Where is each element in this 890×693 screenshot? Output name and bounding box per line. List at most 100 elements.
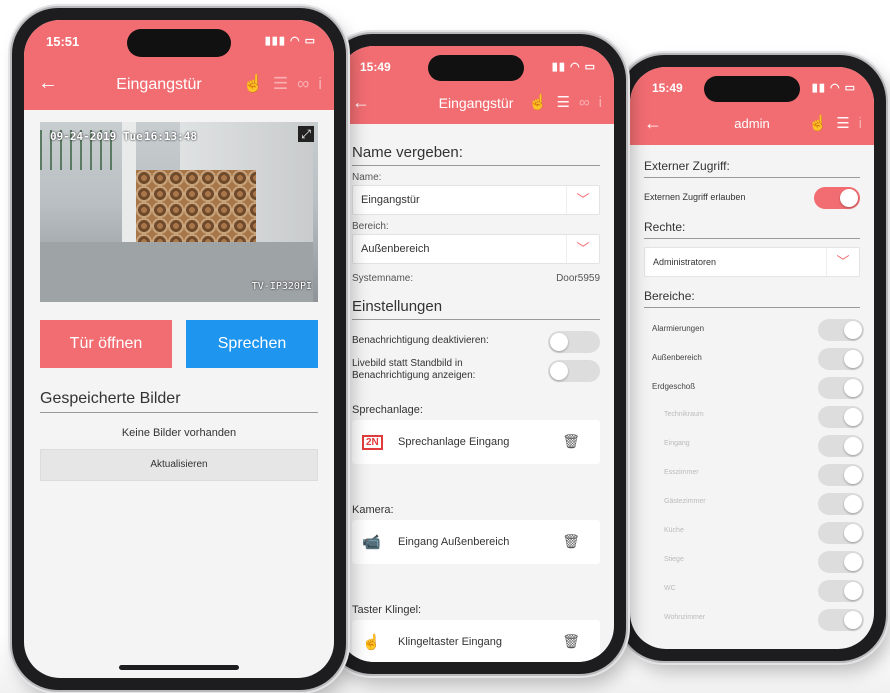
- area-label: WC: [664, 585, 676, 592]
- toggle-knob: [844, 437, 862, 455]
- external-access-toggle[interactable]: [814, 187, 860, 209]
- nav-bar: ← Eingangstür ☝ ☰ ∞ i: [338, 84, 614, 124]
- speak-label: Sprechen: [217, 335, 287, 352]
- name-heading: Name vergeben:: [352, 144, 600, 166]
- disable-notification-toggle[interactable]: [548, 331, 600, 353]
- hand-icon[interactable]: ☝: [243, 74, 264, 93]
- hand-icon[interactable]: ☝: [809, 115, 828, 132]
- disable-notification-row: Benachrichtigung deaktivieren:: [338, 328, 614, 356]
- list-icon[interactable]: ☰: [273, 74, 288, 93]
- area-toggle[interactable]: [818, 551, 864, 573]
- area-toggle[interactable]: [818, 406, 864, 428]
- areas-heading: Bereiche:: [644, 289, 860, 308]
- settings-topbar: 15:49 ▮▮ ◠ ▭ ← Eingangstür ☝ ☰ ∞ i: [338, 46, 614, 124]
- area-toggle[interactable]: [818, 464, 864, 486]
- status-time: 15:49: [360, 60, 391, 74]
- open-door-button[interactable]: Tür öffnen: [40, 320, 172, 368]
- system-name-value: Door5959: [556, 273, 600, 284]
- area-toggle[interactable]: [818, 377, 864, 399]
- area-label: Gästezimmer: [664, 498, 706, 505]
- speak-button[interactable]: Sprechen: [186, 320, 318, 368]
- dynamic-island: [428, 55, 524, 81]
- rights-select[interactable]: Administratoren ﹀: [644, 247, 860, 277]
- trash-icon[interactable]: 🗑: [562, 633, 580, 650]
- area-label: Küche: [664, 527, 684, 534]
- open-door-label: Tür öffnen: [69, 335, 143, 352]
- area-label: Stiege: [664, 556, 684, 563]
- area-toggle[interactable]: [818, 348, 864, 370]
- fullscreen-icon[interactable]: ⤢: [298, 126, 314, 142]
- dynamic-island: [704, 76, 800, 102]
- signal-icons: ▮▮ ◠ ▭: [551, 61, 596, 73]
- bell-card[interactable]: ☝ Klingeltaster Eingang 🗑: [352, 620, 600, 662]
- area-toggle[interactable]: [818, 435, 864, 457]
- saved-images-heading: Gespeicherte Bilder: [40, 390, 318, 413]
- list-item: Esszimmer: [630, 461, 874, 490]
- list-item: WC: [630, 577, 874, 606]
- signal-icons: ▮▮ ◠ ▭: [811, 82, 856, 94]
- name-input[interactable]: Eingangstür ﹀: [352, 185, 600, 215]
- area-toggle[interactable]: [818, 580, 864, 602]
- home-indicator: [119, 665, 239, 670]
- area-label: Technikraum: [664, 411, 704, 418]
- nav-icons: ☝ ☰ ∞ i: [234, 74, 322, 94]
- touch-hand-icon: ☝: [362, 634, 381, 651]
- phone-admin: 15:49 ▮▮ ◠ ▭ ← admin ☝ ☰ i Externer Zugrif…: [618, 55, 886, 661]
- trash-icon[interactable]: 🗑: [562, 433, 580, 450]
- refresh-button[interactable]: Aktualisieren: [40, 449, 318, 481]
- nav-bar: ← admin ☝ ☰ i: [630, 105, 874, 145]
- camera-icon: 📹: [362, 534, 381, 551]
- live-image-row: Livebild statt Standbild in Benachrichti…: [338, 356, 614, 392]
- intercom-item: Sprechanlage Eingang: [398, 436, 510, 448]
- trash-icon[interactable]: 🗑: [562, 533, 580, 550]
- live-topbar: 15:51 ▮▮▮ ◠ ▭ ← Eingangstür ☝ ☰ ∞ i: [24, 20, 334, 110]
- toggle-knob: [844, 495, 862, 513]
- toggle-knob: [844, 611, 862, 629]
- toggle-knob: [844, 321, 862, 339]
- info-icon[interactable]: i: [318, 74, 322, 93]
- list-item: Küche: [630, 519, 874, 548]
- area-toggle[interactable]: [818, 319, 864, 341]
- chevron-down-icon: ﹀: [566, 186, 599, 214]
- camera-timestamp-time: 16:13:48: [144, 130, 197, 143]
- action-buttons: Tür öffnen Sprechen: [40, 320, 318, 370]
- areas-list: Alarmierungen Außenbereich Erdgeschoß Te…: [630, 316, 874, 635]
- list-icon[interactable]: ☰: [557, 94, 570, 111]
- area-toggle[interactable]: [818, 609, 864, 631]
- toggle-knob: [844, 524, 862, 542]
- area-value: Außenbereich: [361, 243, 430, 255]
- info-icon[interactable]: i: [859, 115, 862, 132]
- area-select[interactable]: Außenbereich ﹀: [352, 234, 600, 264]
- area-label: Wohnzimmer: [664, 614, 706, 621]
- toggle-knob: [844, 582, 862, 600]
- feed-ground: [40, 242, 313, 302]
- intercom-heading: Sprechanlage:: [352, 404, 423, 416]
- info-icon[interactable]: i: [599, 94, 602, 111]
- name-label: Name:: [352, 172, 382, 183]
- hand-icon[interactable]: ☝: [529, 94, 548, 111]
- rights-heading: Rechte:: [644, 220, 860, 239]
- list-item: Alarmierungen: [630, 316, 874, 345]
- status-time: 15:51: [46, 34, 80, 49]
- refresh-label: Aktualisieren: [150, 459, 208, 470]
- list-icon[interactable]: ☰: [836, 115, 849, 132]
- bell-item: Klingeltaster Eingang: [398, 636, 502, 648]
- area-toggle[interactable]: [818, 493, 864, 515]
- toggle-knob: [840, 189, 858, 207]
- external-heading: Externer Zugriff:: [644, 159, 860, 178]
- intercom-card[interactable]: 2N Sprechanlage Eingang 🗑: [352, 420, 600, 464]
- area-toggle[interactable]: [818, 522, 864, 544]
- toggle-knob: [550, 362, 568, 380]
- camera-label: TV-IP320PI: [251, 281, 312, 292]
- area-label: Eingang: [664, 440, 690, 447]
- link-icon[interactable]: ∞: [297, 74, 309, 93]
- external-allow-label: Externen Zugriff erlauben: [644, 192, 746, 202]
- list-item: Technikraum: [630, 403, 874, 432]
- admin-topbar: 15:49 ▮▮ ◠ ▭ ← admin ☝ ☰ i: [630, 67, 874, 145]
- camera-feed[interactable]: 09-24-2019 Tue 16:13:48 ⤢ TV-IP320PI: [40, 122, 318, 302]
- live-image-toggle[interactable]: [548, 360, 600, 382]
- dynamic-island: [127, 29, 231, 57]
- area-label: Alarmierungen: [652, 324, 705, 333]
- camera-card[interactable]: 📹 Eingang Außenbereich 🗑: [352, 520, 600, 564]
- link-icon[interactable]: ∞: [579, 94, 590, 111]
